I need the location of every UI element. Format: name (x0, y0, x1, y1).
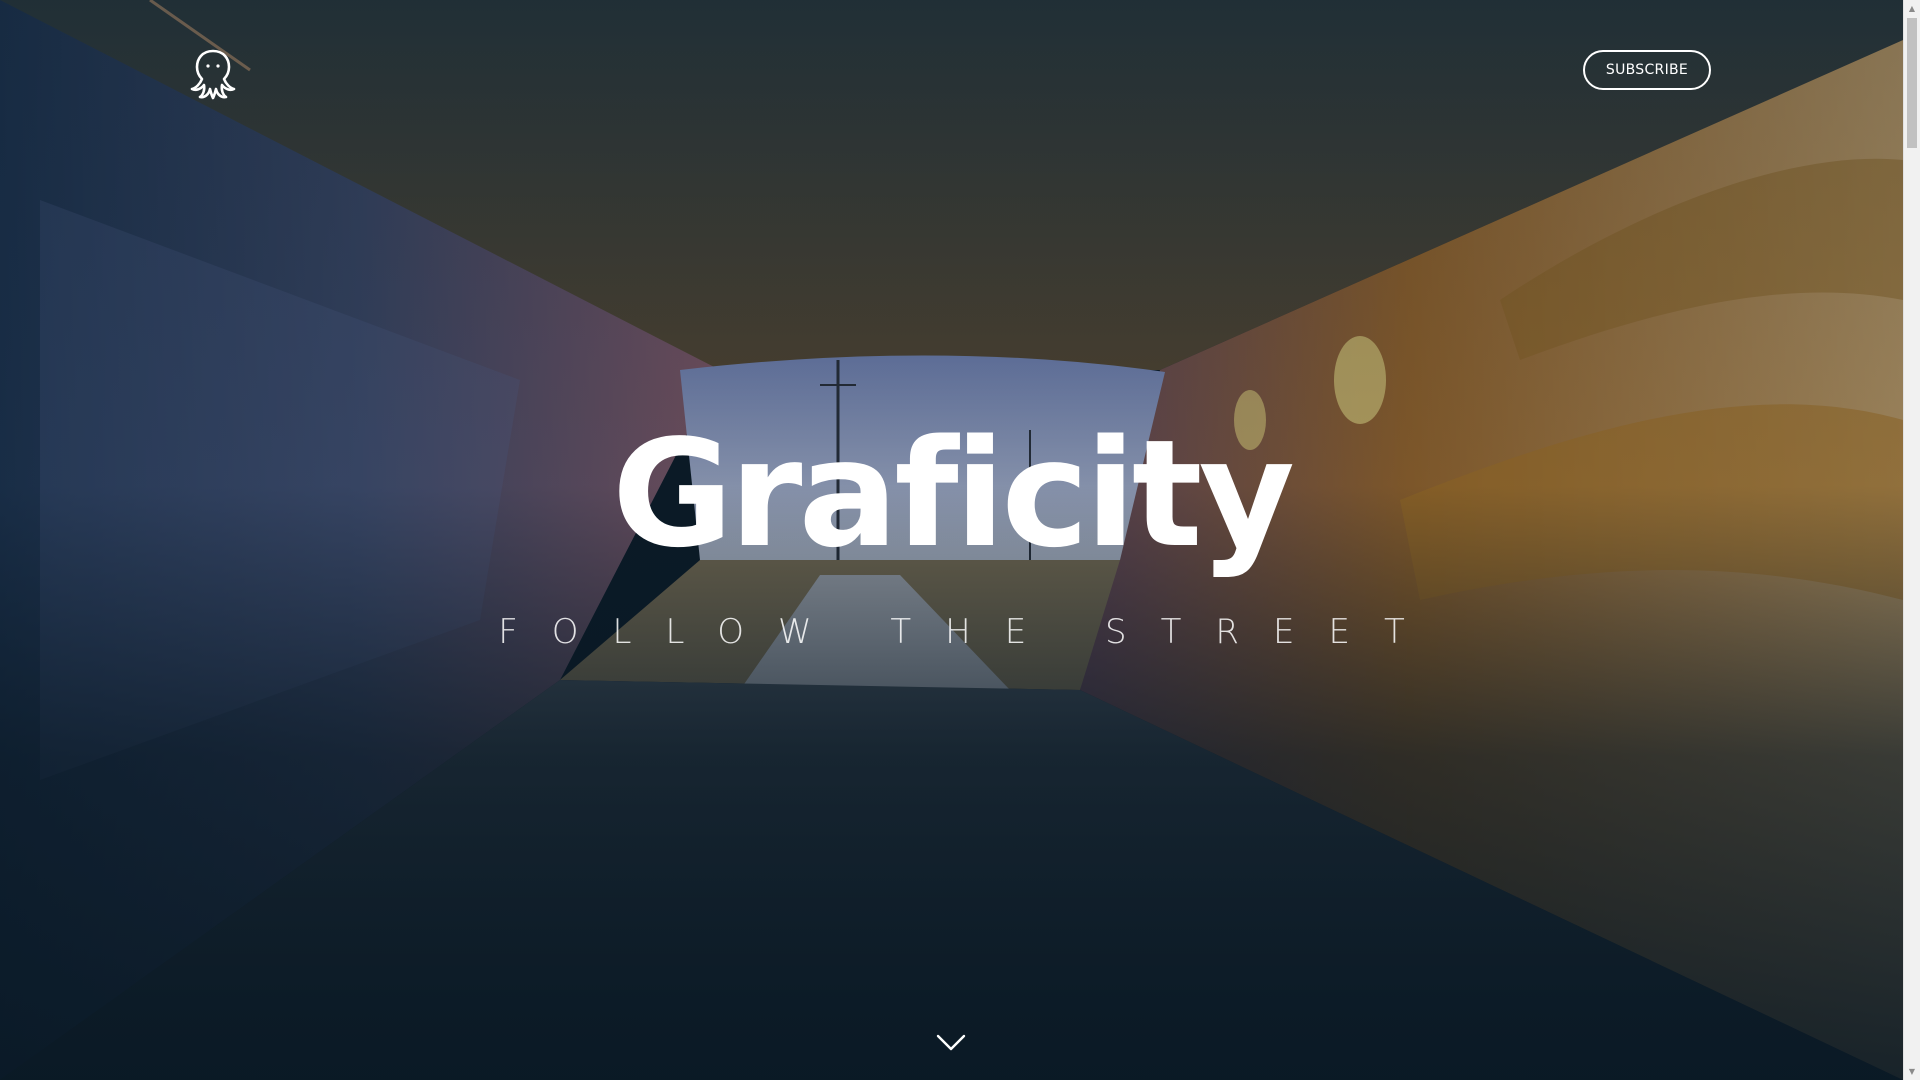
scroll-down-arrow-icon[interactable]: ▼ (1904, 1063, 1920, 1080)
scroll-up-arrow-icon[interactable]: ▲ (1904, 0, 1920, 17)
page-scrollbar[interactable]: ▲ ▼ (1903, 0, 1920, 1080)
octopus-logo-icon[interactable] (188, 48, 238, 100)
subscribe-button[interactable]: SUBSCRIBE (1583, 50, 1711, 90)
hero-tagline: FOLLOW THE STREET (498, 612, 1439, 652)
hero-title: Graficity (611, 408, 1295, 580)
page-viewport: SUBSCRIBE Graficity FOLLOW THE STREET (0, 0, 1903, 1080)
scrollbar-thumb[interactable] (1907, 18, 1917, 148)
chevron-down-icon[interactable] (934, 1030, 968, 1054)
